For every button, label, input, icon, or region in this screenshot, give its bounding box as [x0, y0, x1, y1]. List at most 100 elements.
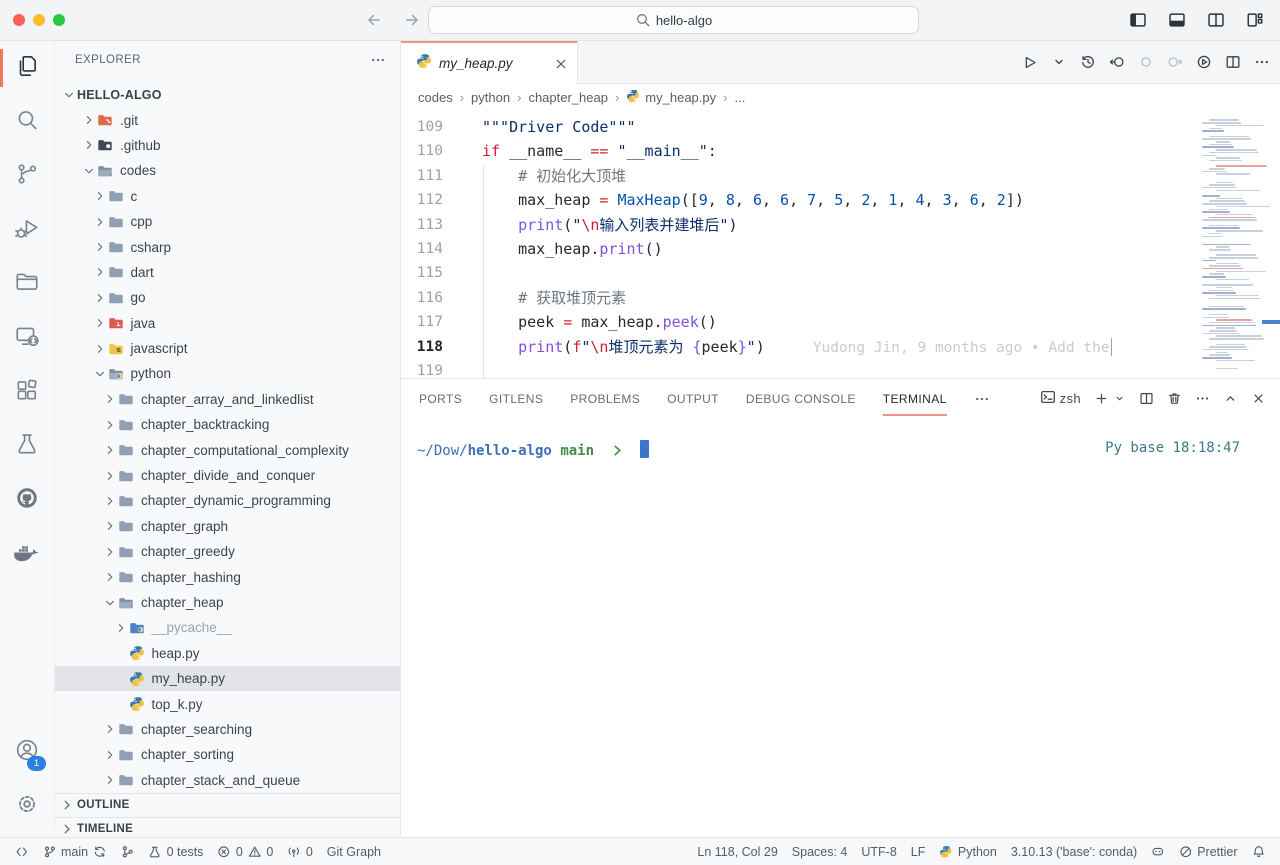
breadcrumb-item[interactable]: ...	[734, 90, 745, 105]
tree-item-chapter-array-and-linkedlist[interactable]: chapter_array_and_linkedlist	[55, 387, 400, 412]
tree-item-java[interactable]: java	[55, 311, 400, 336]
tree-item--git[interactable]: .git	[55, 107, 400, 132]
tree-item--github[interactable]: .github	[55, 133, 400, 158]
gitlens-back-icon[interactable]	[1109, 54, 1125, 70]
split-editor-icon[interactable]	[1205, 9, 1227, 31]
tree-item-chapter-backtracking[interactable]: chapter_backtracking	[55, 412, 400, 437]
run-dropdown-icon[interactable]	[1051, 54, 1067, 70]
outline-section[interactable]: OUTLINE	[55, 793, 400, 817]
activity-item-extensions[interactable]	[0, 365, 54, 419]
tab-my-heap[interactable]: my_heap.py	[401, 41, 578, 84]
status-interpreter[interactable]: 3.10.13 ('base': conda)	[1004, 838, 1144, 865]
status-cursor-position[interactable]: Ln 118, Col 29	[690, 838, 784, 865]
status-notifications[interactable]	[1245, 838, 1273, 865]
navigate-forward-icon[interactable]	[400, 8, 424, 32]
tree-item-chapter-stack-and-queue[interactable]: chapter_stack_and_queue	[55, 768, 400, 793]
status-prettier[interactable]: Prettier	[1172, 838, 1245, 865]
activity-item-remote-explorer[interactable]	[0, 311, 54, 365]
tree-item-top-k-py[interactable]: top_k.py	[55, 691, 400, 716]
status-language[interactable]: Python	[932, 838, 1003, 865]
gitlens-history-icon[interactable]	[1080, 54, 1096, 70]
gitlens-annotate-icon[interactable]	[1138, 54, 1154, 70]
tree-item-chapter-dynamic-programming[interactable]: chapter_dynamic_programming	[55, 488, 400, 513]
status-git-graph-btn[interactable]	[114, 838, 142, 865]
activity-item-docker[interactable]	[0, 527, 54, 581]
breadcrumb-item[interactable]: codes	[418, 90, 453, 105]
status-eol[interactable]: LF	[904, 838, 933, 865]
activity-item-explorer[interactable]	[0, 41, 54, 95]
command-center-search[interactable]: hello-algo	[428, 6, 919, 34]
panel-tab-ports[interactable]: PORTS	[419, 379, 462, 418]
status-branch[interactable]: main	[36, 838, 114, 865]
status-remote[interactable]	[8, 838, 36, 865]
terminal-shell-selector[interactable]: zsh	[1040, 389, 1081, 408]
status-encoding[interactable]: UTF-8	[854, 838, 903, 865]
tree-item--pycache-[interactable]: __pycache__	[55, 615, 400, 640]
tree-item-dart[interactable]: dart	[55, 260, 400, 285]
navigate-back-icon[interactable]	[362, 8, 386, 32]
tree-item-c[interactable]: c	[55, 184, 400, 209]
status-ports[interactable]: 0	[280, 838, 319, 865]
activity-item-github[interactable]	[0, 473, 54, 527]
tree-item-csharp[interactable]: csharp	[55, 234, 400, 259]
split-editor-right-icon[interactable]	[1225, 54, 1241, 70]
breadcrumb-item[interactable]: my_heap.py	[626, 89, 716, 106]
split-terminal-icon[interactable]	[1139, 391, 1154, 406]
tree-item-hello-algo[interactable]: HELLO-ALGO	[55, 82, 400, 107]
toggle-panel-icon[interactable]	[1166, 9, 1188, 31]
tree-item-chapter-divide-and-conquer[interactable]: chapter_divide_and_conquer	[55, 463, 400, 488]
panel-tab-gitlens[interactable]: GITLENS	[489, 379, 543, 418]
activity-item-account[interactable]: 1	[0, 725, 54, 779]
activity-item-search[interactable]	[0, 95, 54, 149]
editor-more-actions-icon[interactable]	[1254, 54, 1270, 70]
close-window-button[interactable]	[13, 14, 25, 26]
close-panel-icon[interactable]	[1251, 391, 1266, 406]
run-below-icon[interactable]	[1196, 54, 1212, 70]
code-editor[interactable]: 109110111112113114115116117118119 """Dri…	[401, 110, 1280, 378]
tree-item-chapter-heap[interactable]: chapter_heap	[55, 590, 400, 615]
tree-item-go[interactable]: go	[55, 285, 400, 310]
tree-item-chapter-graph[interactable]: chapter_graph	[55, 514, 400, 539]
panel-more-actions-icon[interactable]	[1195, 391, 1210, 406]
panel-tab-terminal[interactable]: TERMINAL	[883, 379, 947, 418]
tree-item-my-heap-py[interactable]: my_heap.py	[55, 666, 400, 691]
maximize-window-button[interactable]	[53, 14, 65, 26]
status-tests[interactable]: 0 tests	[141, 838, 210, 865]
run-button[interactable]	[1021, 54, 1038, 71]
panel-tab-debug-console[interactable]: DEBUG CONSOLE	[746, 379, 856, 418]
status-git-graph[interactable]: Git Graph	[320, 838, 388, 865]
tree-item-chapter-searching[interactable]: chapter_searching	[55, 717, 400, 742]
tree-item-heap-py[interactable]: heap.py	[55, 641, 400, 666]
tree-item-codes[interactable]: codes	[55, 158, 400, 183]
tree-item-chapter-computational-complexity[interactable]: chapter_computational_complexity	[55, 437, 400, 462]
tree-item-chapter-sorting[interactable]: chapter_sorting	[55, 742, 400, 767]
breadcrumb-item[interactable]: chapter_heap	[528, 90, 608, 105]
close-tab-icon[interactable]	[553, 56, 569, 72]
new-terminal-button[interactable]	[1094, 391, 1126, 406]
tree-item-cpp[interactable]: cpp	[55, 209, 400, 234]
explorer-more-actions-icon[interactable]	[370, 52, 386, 68]
maximize-panel-icon[interactable]	[1223, 391, 1238, 406]
activity-item-folder-library[interactable]	[0, 257, 54, 311]
terminal[interactable]: ~/Dow/hello-algo main Py base 18:18:47	[401, 418, 1280, 837]
panel-tab-output[interactable]: OUTPUT	[667, 379, 719, 418]
activity-item-settings[interactable]	[0, 779, 54, 833]
activity-item-run-debug[interactable]	[0, 203, 54, 257]
status-copilot[interactable]	[1144, 838, 1172, 865]
gitlens-forward-icon[interactable]	[1167, 54, 1183, 70]
status-problems[interactable]: 00	[210, 838, 280, 865]
tree-item-chapter-hashing[interactable]: chapter_hashing	[55, 564, 400, 589]
tree-item-python[interactable]: python	[55, 361, 400, 386]
panel-more-tabs-icon[interactable]	[974, 391, 990, 407]
status-indentation[interactable]: Spaces: 4	[785, 838, 855, 865]
toggle-sidebar-icon[interactable]	[1127, 9, 1149, 31]
tree-item-javascript[interactable]: javascript	[55, 336, 400, 361]
tree-item-chapter-greedy[interactable]: chapter_greedy	[55, 539, 400, 564]
activity-item-source-control[interactable]	[0, 149, 54, 203]
panel-tab-problems[interactable]: PROBLEMS	[570, 379, 640, 418]
breadcrumb-item[interactable]: python	[471, 90, 510, 105]
customize-layout-icon[interactable]	[1244, 9, 1266, 31]
activity-item-testing[interactable]	[0, 419, 54, 473]
kill-terminal-icon[interactable]	[1167, 391, 1182, 406]
minimap[interactable]	[1196, 110, 1280, 378]
